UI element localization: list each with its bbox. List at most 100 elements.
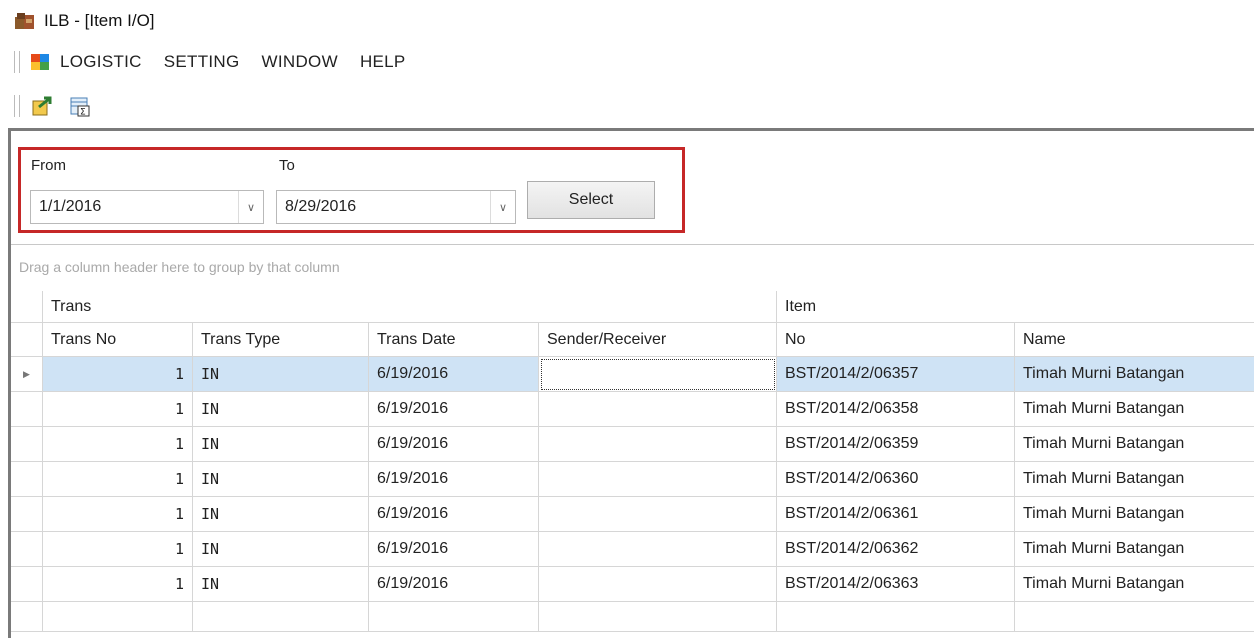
app-icon (14, 11, 36, 31)
mdi-window-icon[interactable] (30, 52, 50, 72)
col-header-sender-receiver[interactable]: Sender/Receiver (539, 323, 777, 357)
cell-trans-no[interactable]: 1 (43, 392, 193, 427)
col-header-item-name[interactable]: Name (1015, 323, 1254, 357)
toolbar-grip[interactable] (14, 95, 20, 117)
menu-setting[interactable]: SETTING (164, 52, 240, 72)
row-indicator-icon: ▶ (11, 357, 43, 392)
col-header-trans-date[interactable]: Trans Date (369, 323, 539, 357)
table-row[interactable]: 1 IN 6/19/2016 BST/2014/2/06363 Timah Mu… (11, 567, 1254, 602)
cell-trans-type[interactable] (193, 602, 369, 632)
group-by-hint: Drag a column header here to group by th… (19, 259, 340, 275)
group-by-panel[interactable]: Drag a column header here to group by th… (11, 245, 1254, 289)
menu-window[interactable]: WINDOW (262, 52, 338, 72)
cell-sender-receiver[interactable] (539, 567, 777, 602)
cell-trans-type[interactable]: IN (193, 567, 369, 602)
from-label: From (31, 157, 66, 174)
cell-trans-type[interactable]: IN (193, 532, 369, 567)
svg-text:Σ: Σ (80, 108, 86, 118)
menu-help[interactable]: HELP (360, 52, 406, 72)
menu-logistic[interactable]: LOGISTIC (60, 52, 142, 72)
cell-item-no[interactable]: BST/2014/2/06358 (777, 392, 1015, 427)
cell-trans-date[interactable]: 6/19/2016 (369, 357, 539, 392)
window-title: ILB - [Item I/O] (44, 11, 155, 30)
cell-sender-receiver[interactable] (539, 497, 777, 532)
select-button[interactable]: Select (527, 181, 655, 219)
cell-trans-no[interactable]: 1 (43, 462, 193, 497)
cell-trans-no[interactable]: 1 (43, 532, 193, 567)
cell-item-no[interactable]: BST/2014/2/06363 (777, 567, 1015, 602)
row-indicator (11, 462, 43, 497)
cell-item-no[interactable]: BST/2014/2/06362 (777, 532, 1015, 567)
from-date-value[interactable]: 1/1/2016 (31, 198, 238, 216)
col-header-trans-type[interactable]: Trans Type (193, 323, 369, 357)
cell-sender-receiver[interactable] (539, 532, 777, 567)
band-item[interactable]: Item (777, 291, 1254, 323)
row-indicator (11, 532, 43, 567)
cell-trans-date[interactable]: 6/19/2016 (369, 497, 539, 532)
cell-trans-no[interactable]: 1 (43, 427, 193, 462)
cell-item-no[interactable]: BST/2014/2/06357 (777, 357, 1015, 392)
col-header-trans-no[interactable]: Trans No (43, 323, 193, 357)
cell-item-name[interactable]: Timah Murni Batangan (1015, 567, 1254, 602)
cell-trans-date[interactable]: 6/19/2016 (369, 462, 539, 497)
summary-icon[interactable]: Σ (68, 94, 92, 118)
menu-grip[interactable] (14, 51, 20, 73)
table-row[interactable]: 1 IN 6/19/2016 BST/2014/2/06361 Timah Mu… (11, 497, 1254, 532)
cell-trans-date[interactable]: 6/19/2016 (369, 427, 539, 462)
cell-trans-type[interactable]: IN (193, 392, 369, 427)
cell-trans-type[interactable]: IN (193, 497, 369, 532)
cell-item-name[interactable]: Timah Murni Batangan (1015, 462, 1254, 497)
menu-bar: LOGISTIC SETTING WINDOW HELP (14, 48, 428, 76)
cell-trans-no[interactable]: 1 (43, 497, 193, 532)
cell-trans-no[interactable]: 1 (43, 567, 193, 602)
row-indicator (11, 427, 43, 462)
cell-item-no[interactable] (777, 602, 1015, 632)
cell-trans-date[interactable]: 6/19/2016 (369, 392, 539, 427)
row-indicator (11, 497, 43, 532)
cell-trans-date[interactable] (369, 602, 539, 632)
cell-item-no[interactable]: BST/2014/2/06359 (777, 427, 1015, 462)
mdi-child-window: From To 1/1/2016 ∨ 8/29/2016 ∨ Select Dr… (8, 128, 1254, 638)
toolbar: Σ (14, 92, 106, 120)
cell-item-name[interactable]: Timah Murni Batangan (1015, 497, 1254, 532)
cell-item-name[interactable]: Timah Murni Batangan (1015, 357, 1254, 392)
band-trans[interactable]: Trans (43, 291, 777, 323)
to-date-picker[interactable]: 8/29/2016 ∨ (276, 190, 516, 224)
col-header-item-no[interactable]: No (777, 323, 1015, 357)
row-indicator (11, 567, 43, 602)
cell-trans-date[interactable]: 6/19/2016 (369, 567, 539, 602)
header-corner (11, 323, 43, 357)
cell-sender-receiver[interactable] (539, 427, 777, 462)
cell-trans-no[interactable]: 1 (43, 357, 193, 392)
cell-trans-date[interactable]: 6/19/2016 (369, 532, 539, 567)
from-date-picker[interactable]: 1/1/2016 ∨ (30, 190, 264, 224)
band-corner (11, 291, 43, 323)
chevron-down-icon[interactable]: ∨ (490, 191, 515, 223)
cell-sender-receiver[interactable] (539, 462, 777, 497)
table-row[interactable]: 1 IN 6/19/2016 BST/2014/2/06362 Timah Mu… (11, 532, 1254, 567)
table-row-partial[interactable] (11, 602, 1254, 632)
to-date-value[interactable]: 8/29/2016 (277, 198, 490, 216)
cell-sender-receiver[interactable] (539, 392, 777, 427)
cell-item-name[interactable]: Timah Murni Batangan (1015, 392, 1254, 427)
table-row[interactable]: ▶ 1 IN 6/19/2016 BST/2014/2/06357 Timah … (11, 357, 1254, 392)
cell-item-name[interactable]: Timah Murni Batangan (1015, 532, 1254, 567)
row-indicator (11, 602, 43, 632)
cell-trans-type[interactable]: IN (193, 427, 369, 462)
table-row[interactable]: 1 IN 6/19/2016 BST/2014/2/06358 Timah Mu… (11, 392, 1254, 427)
cell-trans-no[interactable] (43, 602, 193, 632)
cell-sender-receiver[interactable] (539, 357, 777, 392)
table-row[interactable]: 1 IN 6/19/2016 BST/2014/2/06359 Timah Mu… (11, 427, 1254, 462)
cell-item-no[interactable]: BST/2014/2/06361 (777, 497, 1015, 532)
cell-item-name[interactable]: Timah Murni Batangan (1015, 427, 1254, 462)
title-bar: ILB - [Item I/O] (14, 8, 155, 34)
cell-trans-type[interactable]: IN (193, 462, 369, 497)
cell-sender-receiver[interactable] (539, 602, 777, 632)
cell-item-no[interactable]: BST/2014/2/06360 (777, 462, 1015, 497)
chevron-down-icon[interactable]: ∨ (238, 191, 263, 223)
table-row[interactable]: 1 IN 6/19/2016 BST/2014/2/06360 Timah Mu… (11, 462, 1254, 497)
export-icon[interactable] (30, 94, 54, 118)
cell-trans-type[interactable]: IN (193, 357, 369, 392)
cell-item-name[interactable] (1015, 602, 1254, 632)
row-indicator (11, 392, 43, 427)
